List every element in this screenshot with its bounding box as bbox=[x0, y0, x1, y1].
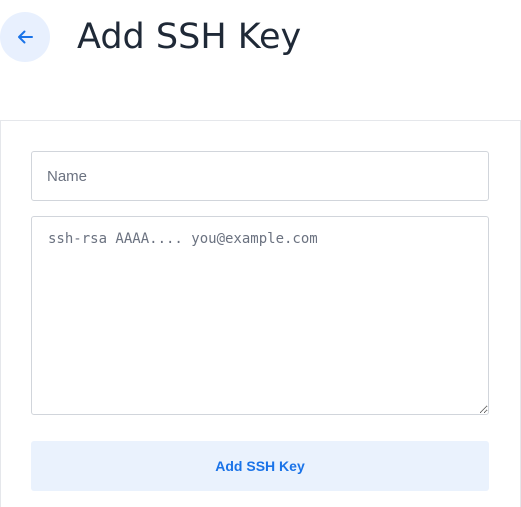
page-header: Add SSH Key bbox=[0, 0, 521, 90]
add-ssh-key-page: Add SSH Key Add SSH Key bbox=[0, 0, 521, 507]
page-title: Add SSH Key bbox=[77, 17, 302, 57]
name-input[interactable] bbox=[31, 151, 489, 201]
add-ssh-key-button[interactable]: Add SSH Key bbox=[31, 441, 489, 491]
ssh-key-textarea[interactable] bbox=[31, 216, 489, 415]
back-button[interactable] bbox=[0, 12, 50, 62]
arrow-left-icon bbox=[15, 27, 35, 47]
